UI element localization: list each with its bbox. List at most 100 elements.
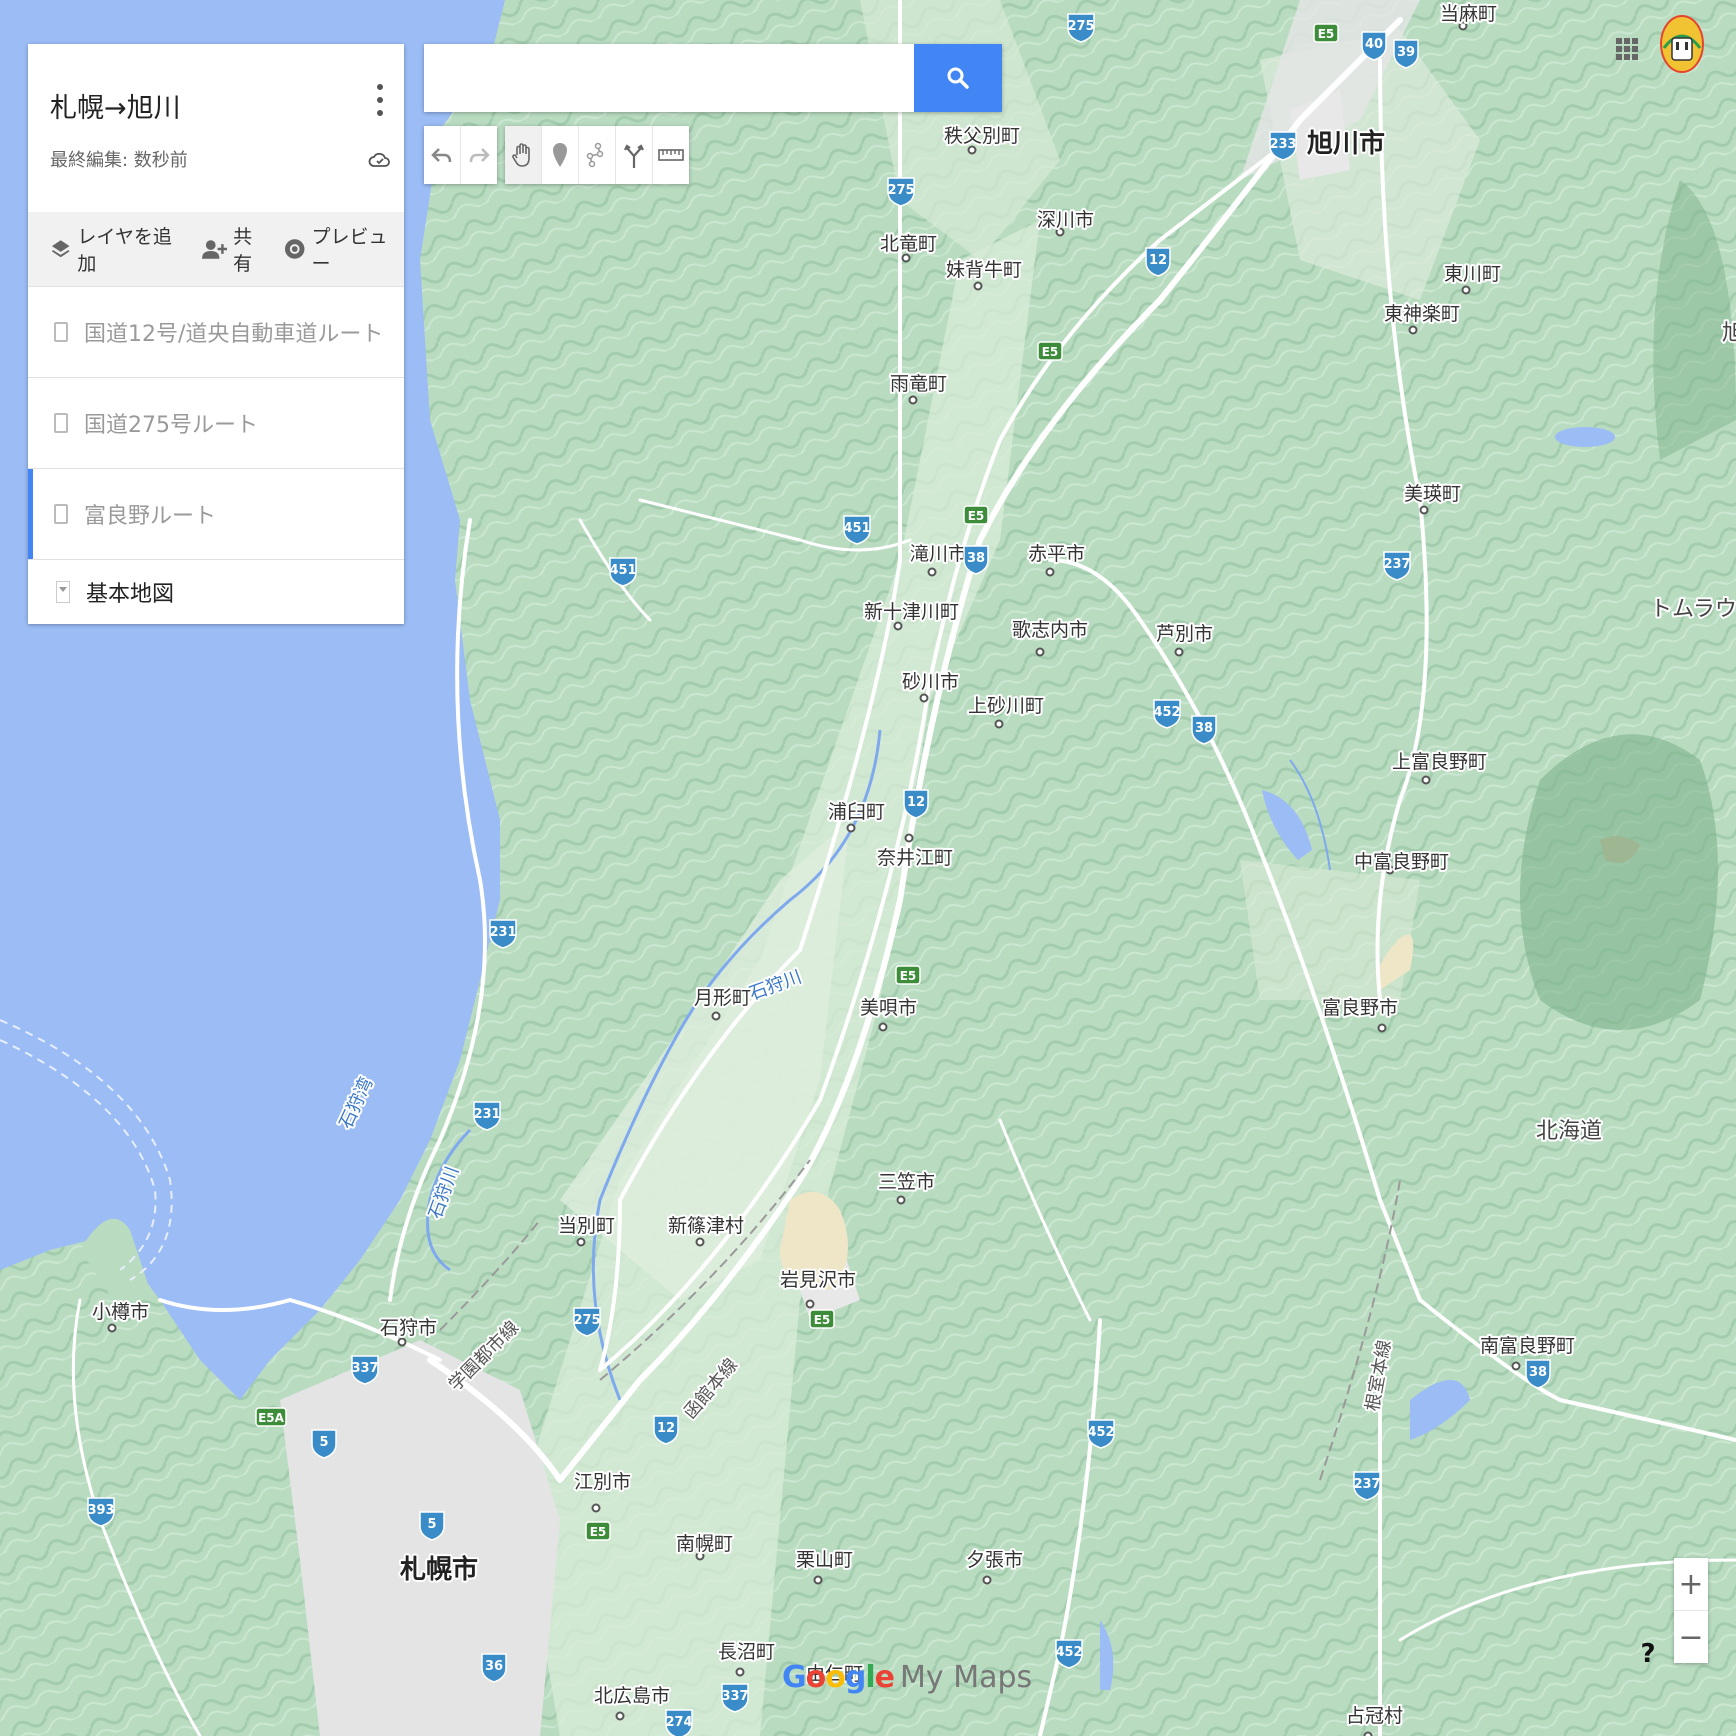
basemap-label: 基本地図 [86, 582, 175, 607]
search-button[interactable] [914, 44, 1002, 112]
share-button[interactable]: 共有 [201, 222, 270, 276]
pan-tool-button[interactable] [505, 126, 541, 184]
add-layer-button[interactable]: レイヤを追加 [50, 222, 188, 276]
label-yubari: 夕張市 [966, 1549, 1023, 1571]
svg-text:233: 233 [1269, 137, 1296, 152]
route-275-shield-3: 275 [573, 1307, 601, 1337]
avatar[interactable] [1660, 14, 1704, 74]
label-asahi-edge: 旭 [1722, 321, 1736, 346]
svg-text:E5A: E5A [258, 1411, 285, 1425]
route-452-shield-2: 452 [1087, 1419, 1115, 1449]
route-38-shield-3: 38 [1525, 1359, 1551, 1389]
svg-text:451: 451 [843, 521, 870, 536]
label-takikawa: 滝川市 [910, 543, 967, 565]
basemap-expand-icon[interactable] [56, 581, 70, 603]
add-person-icon [201, 240, 228, 259]
svg-text:451: 451 [609, 563, 636, 578]
preview-button[interactable]: プレビュー [284, 222, 404, 276]
expressway-e5-shield-4: E5 [895, 965, 921, 985]
layer-label: 国道275号ルート [84, 413, 258, 438]
my-maps-wordmark: My Maps [900, 1660, 1033, 1695]
label-kuriyama: 栗山町 [796, 1549, 853, 1571]
route-452-shield: 452 [1153, 699, 1181, 729]
zoom-in-button[interactable]: + [1674, 1558, 1708, 1610]
route-12-shield: 12 [1145, 247, 1171, 277]
label-tomamachi: 当麻町 [1440, 3, 1497, 25]
svg-text:E5: E5 [900, 969, 917, 983]
svg-text:5: 5 [319, 1435, 328, 1450]
draw-line-button[interactable] [578, 126, 615, 184]
svg-text:337: 337 [721, 1689, 748, 1704]
redo-icon [469, 148, 490, 163]
undo-button[interactable] [424, 126, 460, 184]
label-minamifurano: 南富良野町 [1480, 1335, 1575, 1357]
label-naganuma: 長沼町 [718, 1641, 775, 1663]
route-233-shield: 233 [1269, 131, 1297, 161]
label-hokuryu: 北竜町 [880, 233, 937, 255]
preview-label: プレビュー [311, 226, 388, 275]
route-12-shield-2: 12 [903, 789, 929, 819]
directions-button[interactable] [615, 126, 652, 184]
label-otaru: 小樽市 [92, 1301, 149, 1323]
label-ishikari: 石狩市 [380, 1317, 437, 1339]
label-utashinai: 歌志内市 [1012, 619, 1088, 641]
label-iwamizawa: 岩見沢市 [780, 1269, 856, 1291]
svg-text:E5: E5 [1318, 27, 1335, 41]
svg-text:231: 231 [473, 1107, 500, 1122]
cloud-saved-icon [368, 152, 390, 167]
svg-text:E5: E5 [1042, 345, 1059, 359]
route-38-shield: 38 [963, 545, 989, 575]
expressway-e5-shield-6: E5 [585, 1521, 611, 1541]
route-39-shield: 39 [1393, 39, 1419, 69]
google-my-maps-logo: Google My Maps [782, 1660, 1032, 1695]
svg-text:E5: E5 [968, 509, 985, 523]
svg-text:393: 393 [87, 1503, 114, 1518]
svg-text:452: 452 [1055, 1645, 1082, 1660]
layer-checkbox[interactable] [54, 504, 68, 524]
label-moseushi: 妹背牛町 [946, 259, 1022, 281]
zoom-controls: + − [1674, 1558, 1708, 1663]
map-toolbar [424, 126, 689, 184]
layer-furano-route[interactable]: 富良野ルート [28, 468, 404, 559]
svg-text:275: 275 [887, 183, 914, 198]
map-title[interactable]: 札幌→旭川 [50, 86, 181, 125]
search-icon [947, 67, 969, 89]
more-options-icon[interactable] [370, 80, 390, 120]
label-shintotsukawa: 新十津川町 [864, 601, 959, 623]
layer-route-12[interactable]: 国道12号/道央自動車道ルート [28, 286, 404, 377]
help-icon[interactable]: ? [1634, 1636, 1662, 1672]
svg-text:237: 237 [1383, 557, 1410, 572]
redo-button[interactable] [460, 126, 497, 184]
label-sunagawa: 砂川市 [902, 671, 959, 693]
last-edited-status: 最終編集: 数秒前 [50, 150, 188, 171]
label-tsukigata: 月形町 [694, 987, 751, 1009]
directions-icon [624, 144, 644, 168]
search-input[interactable] [424, 44, 914, 112]
label-chippubetsu: 秩父別町 [944, 125, 1020, 147]
label-kamifurano: 上富良野町 [1392, 751, 1487, 773]
measure-button[interactable] [652, 126, 689, 184]
basemap-section[interactable]: 基本地図 [28, 559, 404, 624]
layer-checkbox[interactable] [54, 322, 68, 342]
route-12-shield-3: 12 [653, 1415, 679, 1445]
add-marker-button[interactable] [541, 126, 578, 184]
label-asahikawa: 旭川市 [1307, 128, 1385, 159]
svg-text:337: 337 [351, 1361, 378, 1376]
label-sapporo: 札幌市 [400, 1554, 478, 1585]
route-231-shield: 231 [489, 919, 517, 949]
svg-text:38: 38 [1195, 721, 1213, 736]
apps-grid-icon[interactable] [1616, 38, 1638, 60]
label-biei: 美瑛町 [1404, 483, 1461, 505]
label-kamisunagawa: 上砂川町 [968, 695, 1044, 717]
search-box [424, 44, 1002, 112]
svg-text:452: 452 [1153, 705, 1180, 720]
route-393-shield: 393 [87, 1497, 115, 1527]
tools-group [505, 126, 689, 184]
route-5-shield-2: 5 [419, 1511, 445, 1541]
layer-route-275[interactable]: 国道275号ルート [28, 377, 404, 468]
history-group [424, 126, 497, 184]
layer-checkbox[interactable] [54, 413, 68, 433]
expressway-e5a-shield: E5A [255, 1407, 287, 1427]
zoom-out-button[interactable]: − [1674, 1610, 1708, 1663]
label-ebetsu: 江別市 [574, 1471, 631, 1493]
